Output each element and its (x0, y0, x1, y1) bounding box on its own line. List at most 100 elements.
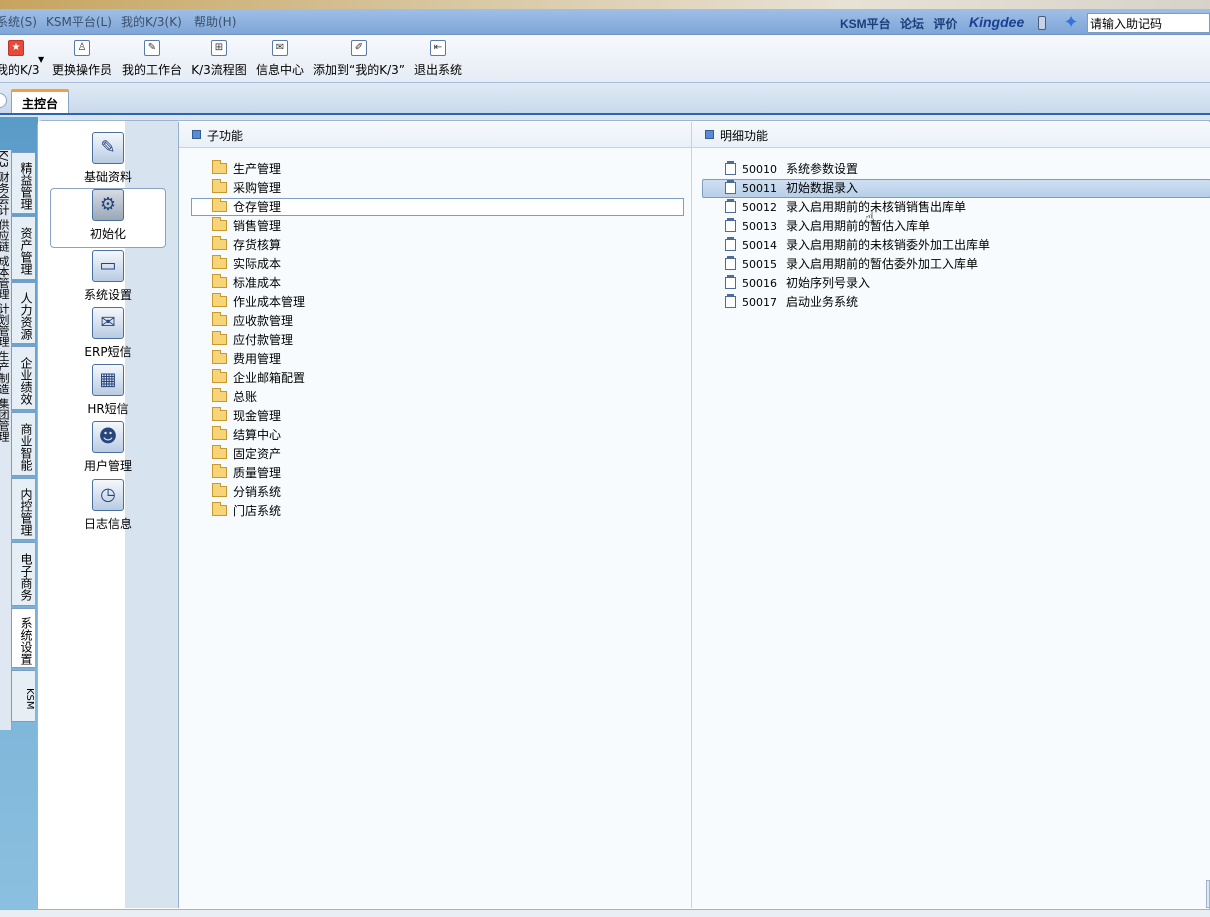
menu-system[interactable]: 系统(S) (0, 13, 37, 30)
list-item[interactable]: 标准成本 (212, 274, 281, 293)
chevron-down-icon[interactable]: ▼ (38, 55, 44, 64)
table-row[interactable]: 50011 初始数据录入 (725, 179, 858, 198)
my-workbench-button[interactable]: ✎ 我的工作台 (120, 38, 184, 80)
sub-function-header: 子功能 (179, 122, 691, 148)
row-label: 录入启用期前的暂估入库单 (786, 219, 931, 233)
menu-help[interactable]: 帮助(H) (194, 13, 236, 30)
list-item-label: 费用管理 (233, 352, 282, 366)
info-center-label: 信息中心 (255, 63, 304, 77)
row-code: 50013 (742, 220, 777, 233)
list-item-label: 现金管理 (233, 409, 282, 423)
list-item[interactable]: 应收款管理 (212, 312, 293, 331)
table-row[interactable]: 50014 录入启用期前的未核销委外加工出库单 (725, 236, 990, 255)
link-forum[interactable]: 论坛 (900, 17, 924, 31)
vtab-lean[interactable]: 精益管理 (11, 152, 35, 214)
link-review[interactable]: 评价 (933, 17, 957, 31)
list-item[interactable]: 分销系统 (212, 483, 281, 502)
list-item[interactable]: 门店系统 (212, 502, 281, 521)
exit-system-button[interactable]: ⇤ 退出系统 (412, 38, 464, 80)
users-icon: ♙ (74, 40, 90, 56)
folder-icon (212, 198, 227, 212)
folder-icon (212, 369, 227, 383)
vtab-performance[interactable]: 企业绩效 (11, 346, 35, 410)
add-to-my-k3-label: 添加到“我的K/3” (313, 63, 405, 77)
list-item[interactable]: 仓存管理 (212, 198, 281, 217)
vtab-hr[interactable]: 人力资源 (11, 282, 35, 344)
info-center-button[interactable]: ✉ 信息中心 (254, 38, 306, 80)
list-item[interactable]: 固定资产 (212, 445, 281, 464)
folder-icon (212, 179, 227, 193)
vtab-bi[interactable]: 商业智能 (11, 412, 35, 476)
erp-sms-item[interactable]: ✉ ERP短信 (50, 307, 166, 365)
list-item-label: 销售管理 (233, 219, 282, 233)
basic-data-item[interactable]: ✎ 基础资料 (50, 132, 166, 190)
list-item-label: 总账 (233, 390, 258, 404)
table-row[interactable]: 50010 系统参数设置 (725, 160, 858, 179)
folder-icon (212, 160, 227, 174)
list-item[interactable]: 存货核算 (212, 236, 281, 255)
vtab-ecommerce[interactable]: 电子商务 (11, 542, 35, 606)
system-settings-item[interactable]: ▭ 系统设置 (50, 250, 166, 308)
table-row[interactable]: 50012 录入启用期前的未核销销售出库单 (725, 198, 966, 217)
list-item-label: 采购管理 (233, 181, 282, 195)
tab-main-console[interactable]: 主控台 (11, 89, 70, 113)
document-icon (725, 217, 736, 232)
flowchart-icon: ⊞ (211, 40, 227, 56)
user-icon: ☻ (92, 421, 124, 453)
change-operator-button[interactable]: ♙ 更换操作员 (50, 38, 114, 80)
menu-my-k3[interactable]: 我的K/3(K) (121, 13, 182, 30)
table-row[interactable]: 50015 录入启用期前的暂估委外加工入库单 (725, 255, 978, 274)
list-item[interactable]: 现金管理 (212, 407, 281, 426)
list-item[interactable]: 生产管理 (212, 160, 281, 179)
initialization-item[interactable]: ⚙ 初始化 (50, 188, 166, 248)
log-info-item[interactable]: ◷ 日志信息 (50, 479, 166, 537)
table-row[interactable]: 50016 初始序列号录入 (725, 274, 870, 293)
my-k3-button[interactable]: ★ 我的K/3 (0, 38, 40, 80)
menu-ksm[interactable]: KSM平台(L) (46, 13, 112, 30)
assist-code-input[interactable]: 请输入助记码 (1087, 13, 1210, 33)
kingdee-logo[interactable]: Kingdee (969, 14, 1024, 30)
vtab-internal-control[interactable]: 内控管理 (11, 478, 35, 540)
sms-icon: ✉ (92, 307, 124, 339)
table-row[interactable]: 50017 启动业务系统 (725, 293, 858, 312)
vtab-system-settings[interactable]: 系统设置 (11, 608, 35, 668)
sub-function-title: 子功能 (207, 129, 244, 143)
folder-icon (212, 426, 227, 440)
table-row[interactable]: 50013 录入启用期前的暂估入库单 (725, 217, 930, 236)
list-item[interactable]: 销售管理 (212, 217, 281, 236)
hr-sms-label: HR短信 (87, 402, 129, 416)
scrollbar[interactable] (1206, 880, 1210, 908)
k3-flowchart-button[interactable]: ⊞ K/3流程图 (189, 38, 249, 80)
folder-icon (212, 331, 227, 345)
folder-icon (212, 464, 227, 478)
sub-function-panel: 子功能 生产管理 采购管理 仓存管理 销售管理 存货核算 实际成本 标准成本 作… (178, 122, 691, 908)
row-code: 50012 (742, 201, 777, 214)
list-item[interactable]: 作业成本管理 (212, 293, 305, 312)
list-item[interactable]: 实际成本 (212, 255, 281, 274)
row-code: 50011 (742, 182, 777, 195)
user-management-item[interactable]: ☻ 用户管理 (50, 421, 166, 479)
vtab-ksm[interactable]: KSM (11, 670, 35, 722)
list-item[interactable]: 质量管理 (212, 464, 281, 483)
list-item[interactable]: 总账 (212, 388, 257, 407)
document-icon (725, 179, 736, 194)
add-to-my-k3-button[interactable]: ✐ 添加到“我的K/3” (312, 38, 406, 80)
star-icon[interactable]: ✦ (1060, 13, 1082, 33)
list-item-label: 固定资产 (233, 447, 282, 461)
list-item[interactable]: 应付款管理 (212, 331, 293, 350)
mobile-icon[interactable] (1038, 16, 1046, 30)
list-item[interactable]: 采购管理 (212, 179, 281, 198)
link-ksm[interactable]: KSM平台 (840, 17, 891, 31)
document-icon (725, 236, 736, 251)
detail-function-title: 明细功能 (720, 129, 769, 143)
list-item[interactable]: 结算中心 (212, 426, 281, 445)
vtab-assets[interactable]: 资产管理 (11, 216, 35, 280)
hr-sms-item[interactable]: ▦ HR短信 (50, 364, 166, 422)
my-k3-label: 我的K/3 (0, 63, 40, 77)
row-code: 50014 (742, 239, 777, 252)
list-item[interactable]: 企业邮箱配置 (212, 369, 305, 388)
basic-data-label: 基础资料 (83, 170, 132, 184)
document-icon (725, 198, 736, 213)
list-item-label: 应付款管理 (233, 333, 294, 347)
list-item[interactable]: 费用管理 (212, 350, 281, 369)
